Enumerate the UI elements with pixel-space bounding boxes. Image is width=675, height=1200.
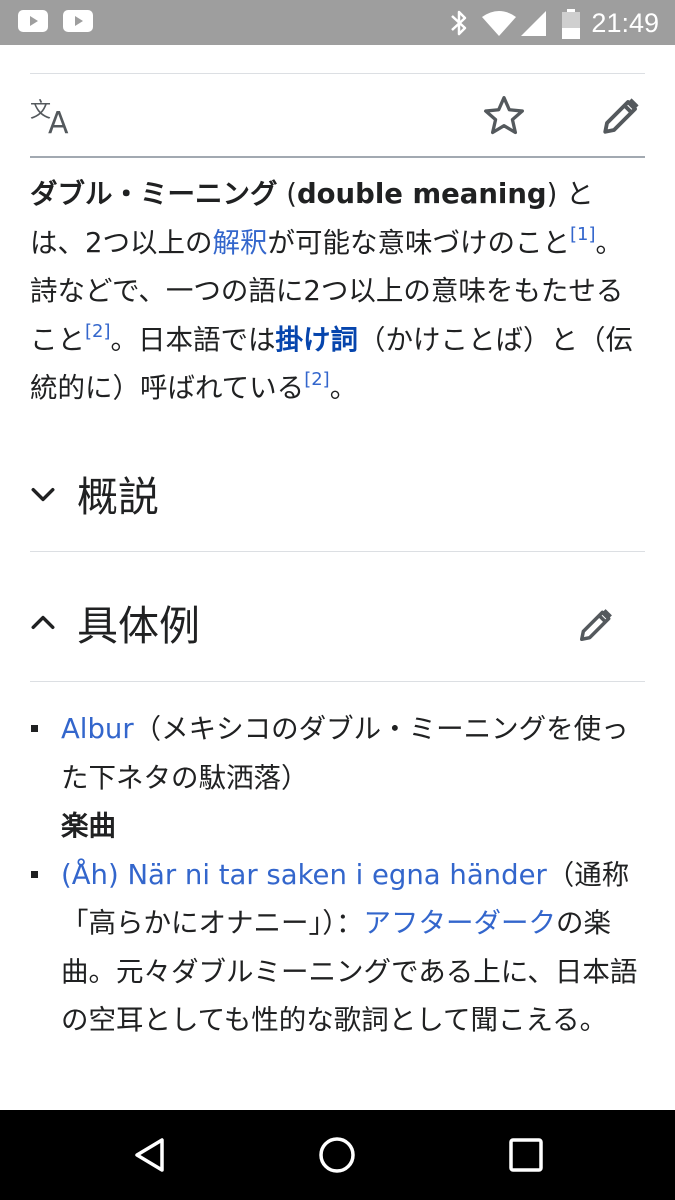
translate-icon[interactable]: 文 A xyxy=(30,95,78,135)
lead-term-en: double meaning xyxy=(296,178,547,210)
signal-icon xyxy=(521,11,546,36)
link-afterdark[interactable]: アフターダーク xyxy=(364,907,557,939)
recents-button[interactable] xyxy=(506,1135,546,1175)
reference-2[interactable]: [2] xyxy=(85,321,111,342)
link-kakekotoba[interactable]: 掛け詞 xyxy=(276,324,359,356)
navigation-bar xyxy=(0,1110,675,1200)
list-item: Albur（メキシコのダブル・ミーニングを使った下ネタの駄洒落） xyxy=(30,705,645,802)
battery-icon xyxy=(562,9,580,39)
home-button[interactable] xyxy=(317,1135,357,1175)
section-title: 具体例 xyxy=(77,602,200,650)
clock: 21:49 xyxy=(591,8,659,38)
divider xyxy=(30,73,645,74)
youtube-icon xyxy=(63,10,93,32)
section-examples-header[interactable]: 具体例 xyxy=(30,596,645,656)
bluetooth-icon xyxy=(451,10,467,36)
list-subheading: 楽曲 xyxy=(61,810,116,842)
bullet xyxy=(31,870,38,878)
link-song[interactable]: (Åh) När ni tar saken i egna händer xyxy=(61,859,547,891)
section-overview-header[interactable]: 概説 xyxy=(30,467,645,527)
list-item: (Åh) När ni tar saken i egna händer（通称「高… xyxy=(30,851,645,1045)
bullet xyxy=(31,725,38,732)
link-albur[interactable]: Albur xyxy=(61,713,134,745)
section-title: 概説 xyxy=(77,473,159,521)
svg-text:A: A xyxy=(48,106,69,135)
examples-list: Albur（メキシコのダブル・ミーニングを使った下ネタの駄洒落） 楽曲 (Åh)… xyxy=(30,705,645,1045)
back-button[interactable] xyxy=(130,1135,170,1175)
article-lead: ダブル・ミーニング (double meaning) とは、2つ以上の解釈が可能… xyxy=(30,178,633,404)
star-icon[interactable] xyxy=(481,94,527,138)
pencil-icon[interactable] xyxy=(600,95,642,137)
reference-1[interactable]: [1] xyxy=(570,224,596,245)
divider xyxy=(30,551,645,552)
pencil-icon[interactable] xyxy=(577,606,615,644)
chevron-up-icon xyxy=(31,615,55,630)
link-kaishaku[interactable]: 解釈 xyxy=(213,227,268,259)
divider xyxy=(30,681,645,682)
lead-term: ダブル・ミーニング xyxy=(30,178,278,210)
youtube-icon xyxy=(18,10,48,32)
divider xyxy=(30,156,645,158)
status-bar: 21:49 xyxy=(0,0,675,45)
chevron-down-icon xyxy=(31,487,55,502)
reference-2b[interactable]: [2] xyxy=(304,369,330,390)
wifi-icon xyxy=(482,11,516,36)
